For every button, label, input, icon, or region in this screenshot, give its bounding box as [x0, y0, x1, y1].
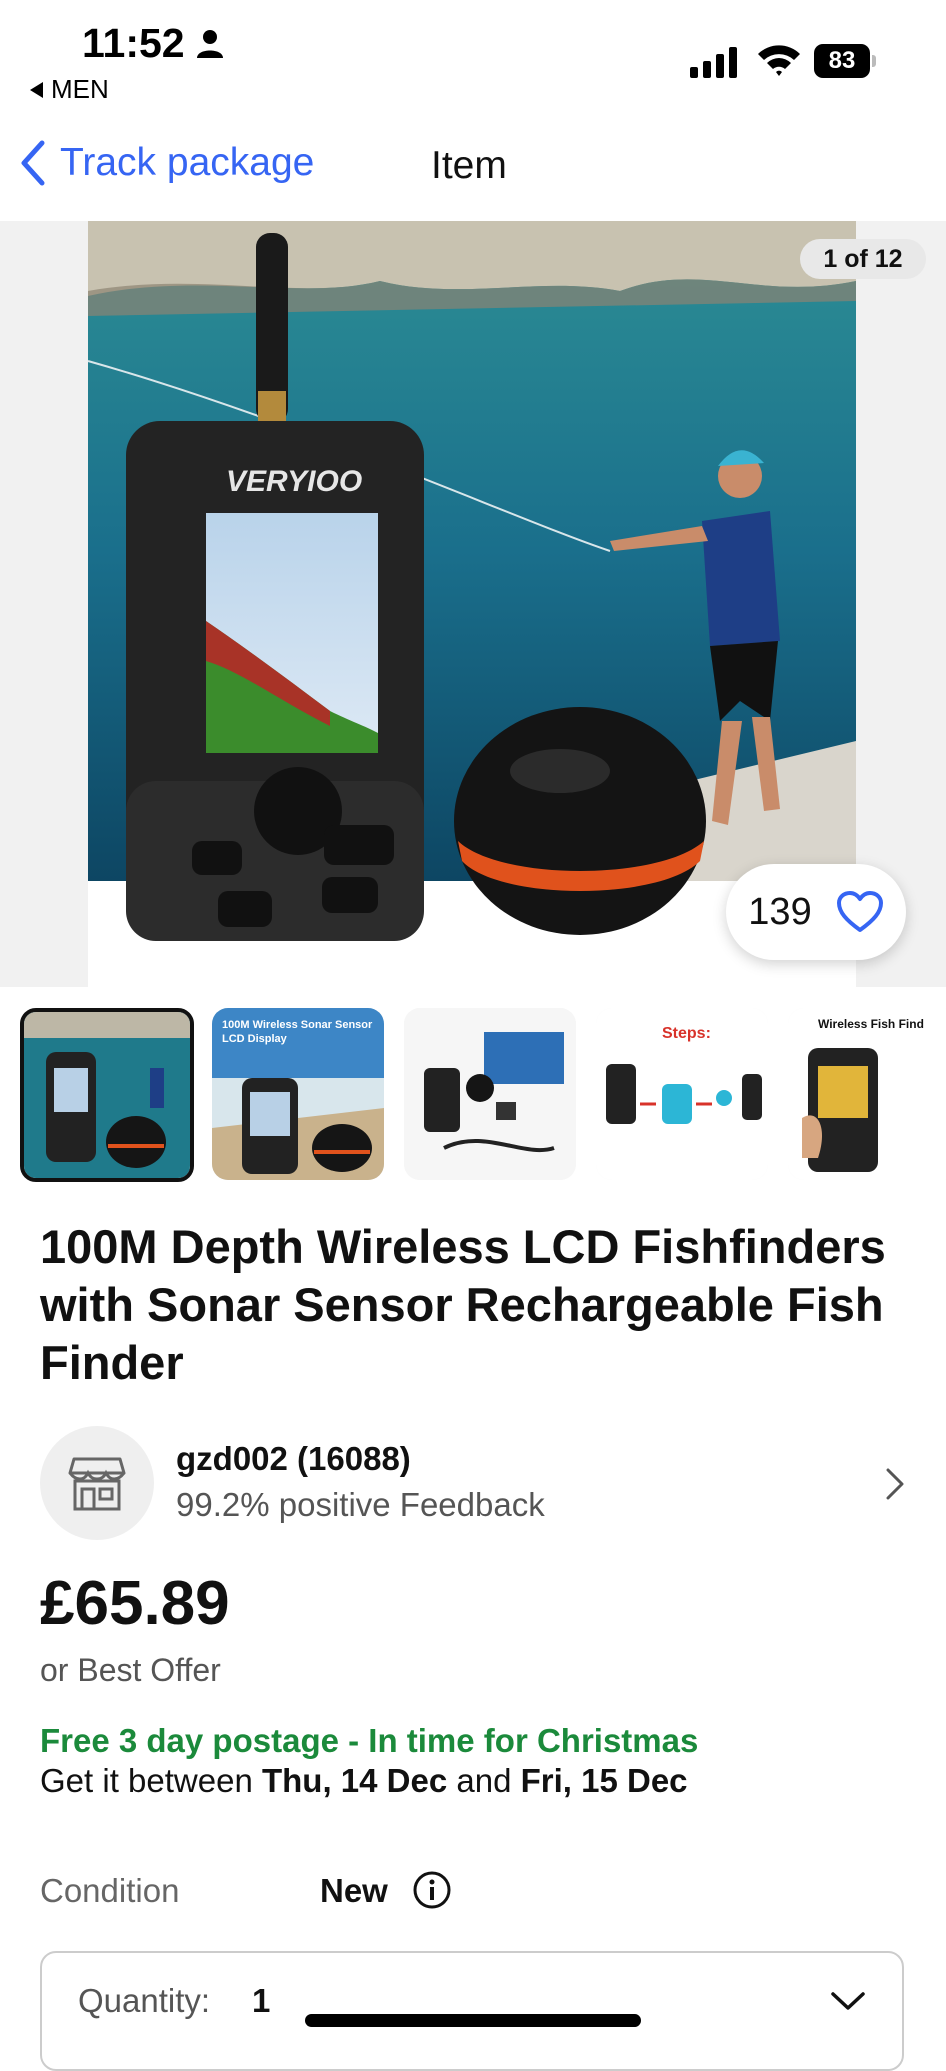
chevron-down-icon[interactable]: [830, 1990, 866, 2012]
thumbnail-1[interactable]: [20, 1008, 194, 1182]
delivery-mid: and: [447, 1762, 521, 1799]
svg-text:Steps:: Steps:: [662, 1025, 711, 1042]
thumbnail-2[interactable]: 100M Wireless Sonar Sensor LCD Display: [212, 1008, 384, 1180]
watcher-count: 139: [748, 890, 812, 933]
thumbnail-strip[interactable]: 100M Wireless Sonar Sensor LCD Display S…: [20, 1008, 946, 1184]
svg-text:LCD Display: LCD Display: [222, 1033, 288, 1045]
home-indicator[interactable]: [305, 2014, 641, 2027]
back-triangle-icon: [30, 81, 43, 98]
condition-value: New: [320, 1872, 388, 1909]
wifi-icon: [758, 45, 800, 76]
thumbnail-4[interactable]: Steps:: [596, 1008, 768, 1180]
thumbnail-5[interactable]: Wireless Fish Find: [788, 1008, 946, 1180]
thumbnail-3[interactable]: [404, 1008, 576, 1180]
delivery-estimate: Get it between Thu, 14 Dec and Fri, 15 D…: [40, 1762, 688, 1800]
svg-text:Wireless Fish Find: Wireless Fish Find: [818, 1017, 924, 1031]
battery-indicator: 83: [814, 44, 876, 78]
svg-text:100M Wireless Sonar Sensor: 100M Wireless Sonar Sensor: [222, 1019, 373, 1031]
page-title: Item: [431, 144, 507, 187]
seller-name[interactable]: gzd002 (16088): [176, 1440, 411, 1478]
price: £65.89: [40, 1569, 230, 1638]
track-package-back-button[interactable]: Track package: [20, 140, 314, 186]
delivery-from: Thu, 14 Dec: [261, 1762, 448, 1799]
back-label: Track package: [60, 141, 315, 184]
seller-feedback: 99.2% positive Feedback: [176, 1486, 545, 1523]
heart-icon: [836, 891, 883, 932]
product-title: 100M Depth Wireless LCD Fishfinders with…: [40, 1220, 886, 1389]
condition-label: Condition: [40, 1872, 180, 1909]
hero-brand-text: VERYIOO: [226, 465, 362, 498]
image-counter-badge: 1 of 12: [800, 239, 926, 279]
store-icon: [68, 1457, 126, 1511]
cellular-signal-icon: [690, 46, 740, 78]
delivery-to: Fri, 15 Dec: [520, 1762, 688, 1799]
quantity-label: Quantity:: [78, 1982, 211, 2019]
delivery-prefix: Get it between: [40, 1762, 262, 1799]
chevron-right-icon[interactable]: [884, 1466, 906, 1502]
best-offer-text: or Best Offer: [40, 1652, 221, 1688]
back-to-app-link[interactable]: MEN: [30, 74, 109, 105]
chevron-left-icon: [21, 140, 45, 186]
status-time: 11:52: [82, 20, 185, 66]
battery-level: 83: [814, 44, 870, 78]
watch-button[interactable]: 139: [726, 864, 906, 960]
info-icon[interactable]: [412, 1870, 452, 1910]
back-app-label: MEN: [51, 74, 109, 104]
person-icon: [197, 30, 223, 58]
postage-info: Free 3 day postage - In time for Christm…: [40, 1722, 699, 1759]
seller-avatar[interactable]: [40, 1426, 154, 1540]
quantity-value: 1: [252, 1982, 271, 2019]
